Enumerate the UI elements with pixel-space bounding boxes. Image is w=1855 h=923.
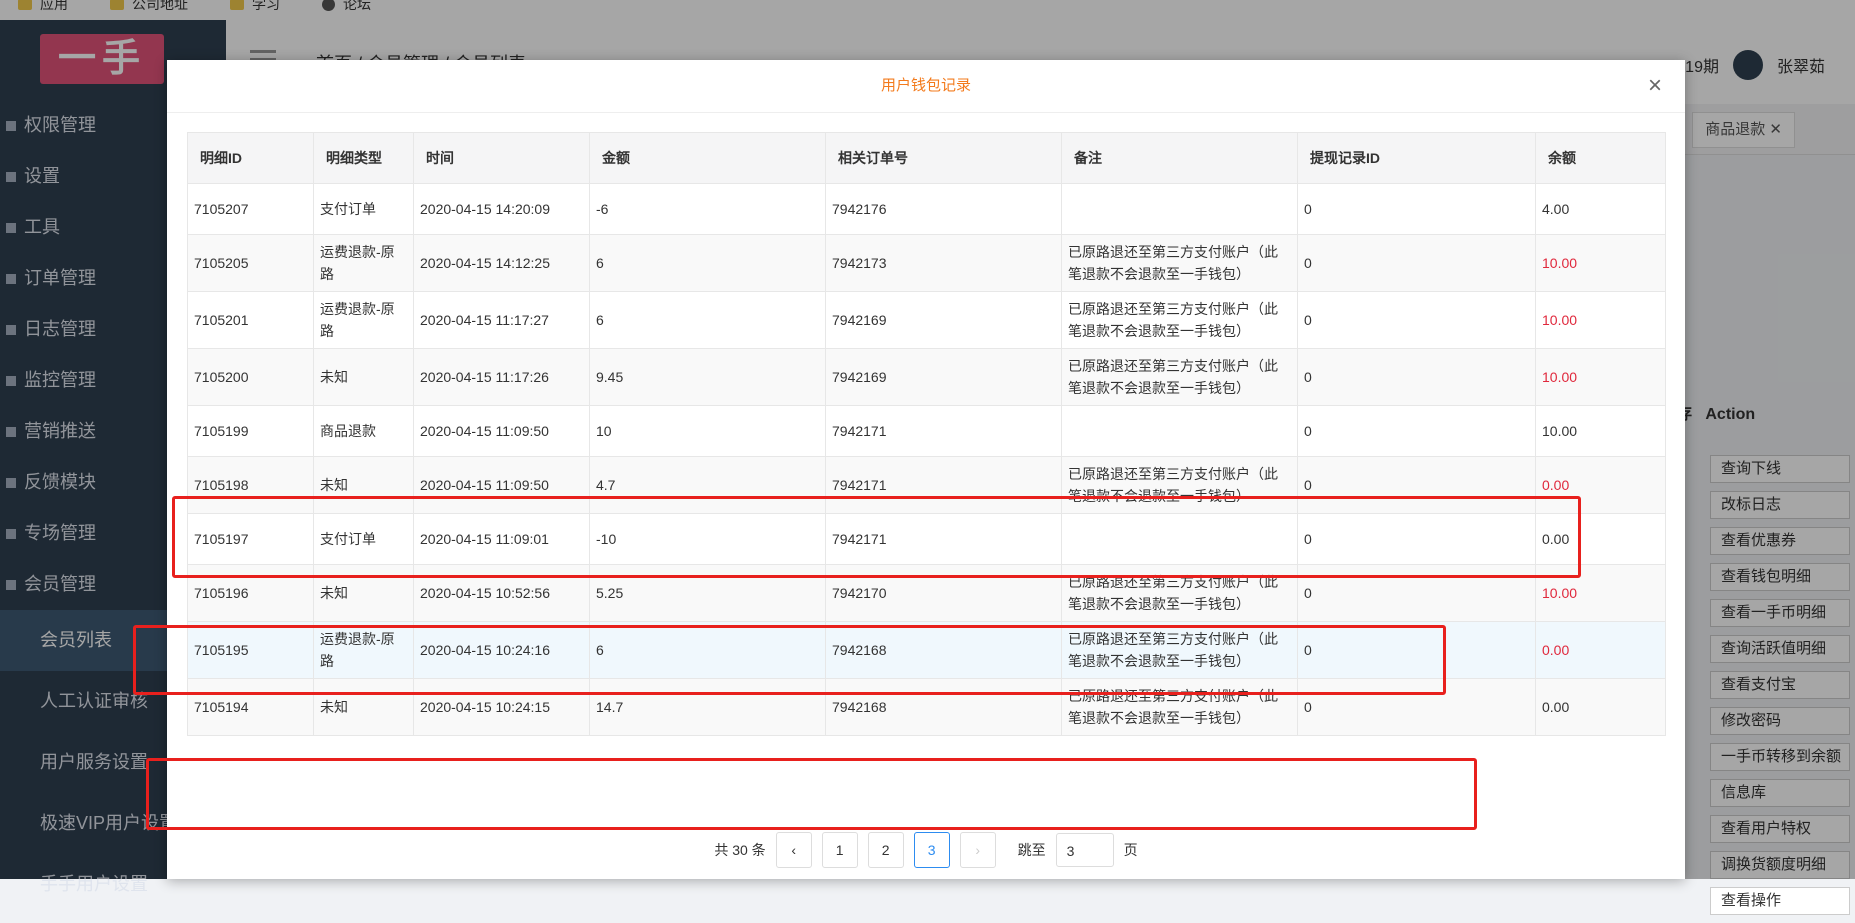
- cell-withdraw-id: 0: [1297, 291, 1536, 349]
- cell-note: [1061, 183, 1298, 235]
- next-page-button[interactable]: ›: [959, 832, 996, 868]
- cell-note: [1061, 405, 1298, 457]
- page-button[interactable]: 1: [821, 832, 858, 868]
- cell-note: 已原路退还至第三方支付账户（此笔退款不会退款至一手钱包）: [1061, 348, 1298, 406]
- cell-balance: 4.00: [1535, 183, 1666, 235]
- cell-time: 2020-04-15 14:12:25: [413, 234, 590, 292]
- cell-order: 7942171: [825, 405, 1062, 457]
- cell-balance: 0.00: [1535, 678, 1666, 736]
- cell-type: 运费退款-原路: [313, 234, 414, 292]
- column-header: 明细类型: [313, 132, 414, 184]
- wallet-records-modal: 用户钱包记录 × 明细ID 明细类型 时间 金额 相关订单号 备注 提现记录ID 余额 710…: [167, 60, 1685, 879]
- jump-page-input[interactable]: 3: [1055, 833, 1114, 867]
- column-header: 金额: [589, 132, 826, 184]
- cell-withdraw-id: 0: [1297, 405, 1536, 457]
- jump-label: 跳至: [1017, 842, 1046, 858]
- annotation-box: [146, 758, 1477, 830]
- total-count: 共 30 条: [714, 842, 766, 858]
- table-row: 7105201 运费退款-原路 2020-04-15 11:17:27 6 794216…: [187, 291, 1666, 349]
- table-row: 7105205 运费退款-原路 2020-04-15 14:12:25 6 794217…: [187, 234, 1666, 292]
- cell-withdraw-id: 0: [1297, 183, 1536, 235]
- annotation-box: [133, 625, 1446, 695]
- page-button[interactable]: 3: [913, 832, 950, 868]
- page-suffix: 页: [1123, 842, 1138, 858]
- cell-id: 7105201: [187, 291, 314, 349]
- column-header: 明细ID: [187, 132, 314, 184]
- column-header: 提现记录ID: [1297, 132, 1536, 184]
- cell-type: 支付订单: [313, 183, 414, 235]
- cell-order: 7942169: [825, 291, 1062, 349]
- cell-time: 2020-04-15 11:17:26: [413, 348, 590, 406]
- cell-type: 运费退款-原路: [313, 291, 414, 349]
- column-header: 相关订单号: [825, 132, 1062, 184]
- cell-amount: 6: [589, 291, 826, 349]
- table-row: 7105199 商品退款 2020-04-15 11:09:50 10 7942171 0…: [187, 405, 1666, 457]
- cell-balance: 10.00: [1535, 405, 1666, 457]
- column-header: 时间: [413, 132, 590, 184]
- cell-id: 7105200: [187, 348, 314, 406]
- table-row: 7105207 支付订单 2020-04-15 14:20:09 -6 7942176 0…: [187, 183, 1666, 235]
- cell-amount: -6: [589, 183, 826, 235]
- column-header: 备注: [1061, 132, 1298, 184]
- column-header: 余额: [1535, 132, 1666, 184]
- cell-id: 7105199: [187, 405, 314, 457]
- cell-withdraw-id: 0: [1297, 348, 1536, 406]
- modal-title: 用户钱包记录: [167, 60, 1685, 113]
- pagination: 共 30 条 ‹ 123 › 跳至 3 页: [167, 832, 1685, 868]
- action-button[interactable]: 查看操作: [1710, 887, 1850, 915]
- cell-order: 7942173: [825, 234, 1062, 292]
- cell-amount: 6: [589, 234, 826, 292]
- table-row: 7105200 未知 2020-04-15 11:17:26 9.45 7942169 已…: [187, 348, 1666, 406]
- cell-balance: 0.00: [1535, 621, 1666, 679]
- cell-balance: 10.00: [1535, 348, 1666, 406]
- annotation-box: [172, 496, 1581, 578]
- cell-type: 商品退款: [313, 405, 414, 457]
- cell-amount: 9.45: [589, 348, 826, 406]
- cell-time: 2020-04-15 11:17:27: [413, 291, 590, 349]
- cell-note: 已原路退还至第三方支付账户（此笔退款不会退款至一手钱包）: [1061, 291, 1298, 349]
- table-header-row: 明细ID 明细类型 时间 金额 相关订单号 备注 提现记录ID 余额: [187, 132, 1666, 184]
- cell-balance: 10.00: [1535, 234, 1666, 292]
- prev-page-button[interactable]: ‹: [775, 832, 812, 868]
- cell-time: 2020-04-15 14:20:09: [413, 183, 590, 235]
- cell-note: 已原路退还至第三方支付账户（此笔退款不会退款至一手钱包）: [1061, 234, 1298, 292]
- cell-amount: 10: [589, 405, 826, 457]
- page-button[interactable]: 2: [867, 832, 904, 868]
- page-list: 123: [821, 832, 950, 868]
- cell-withdraw-id: 0: [1297, 234, 1536, 292]
- cell-balance: 10.00: [1535, 291, 1666, 349]
- cell-order: 7942176: [825, 183, 1062, 235]
- cell-order: 7942169: [825, 348, 1062, 406]
- close-icon[interactable]: ×: [1645, 74, 1665, 98]
- cell-time: 2020-04-15 11:09:50: [413, 405, 590, 457]
- cell-type: 未知: [313, 348, 414, 406]
- cell-id: 7105207: [187, 183, 314, 235]
- cell-id: 7105205: [187, 234, 314, 292]
